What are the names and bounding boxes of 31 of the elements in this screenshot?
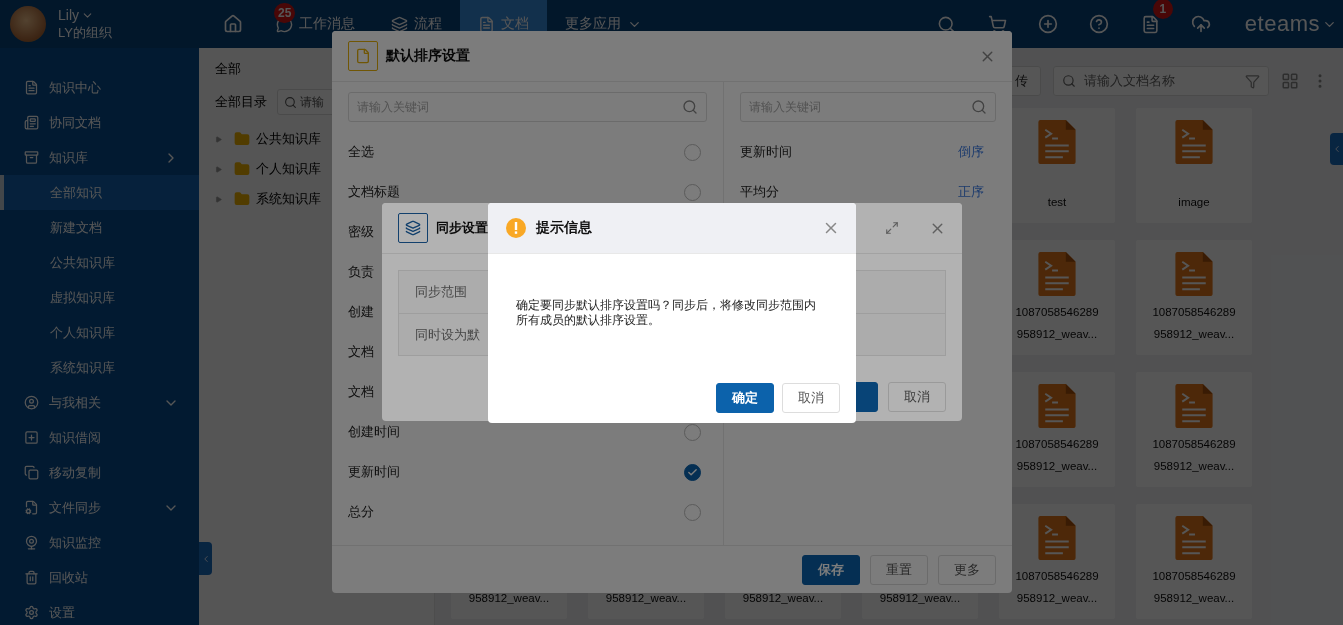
settings-label: 同时设为默 [415,325,480,344]
file-name: 1087058546289 [1152,569,1236,584]
settings-label: 同步范围 [415,283,467,301]
file-name: 1087058546289 [1015,437,1099,452]
dialog-title: 默认排序设置 [386,47,470,65]
sort-field: 平均分 [740,183,779,201]
count-badge: 1 [1152,0,1173,19]
file-name: test [1047,195,1067,210]
file-name: 1087058546289 [1015,569,1099,584]
file-name: 958912_weav... [1153,591,1235,606]
organization-name: LY的组织 [58,24,112,42]
file-name: 958912_weav... [1016,327,1098,342]
count-badge: 25 [274,3,296,23]
file-name: 958912_weav... [742,591,824,606]
panel-title: 全部 [215,60,242,78]
file-name: 958912_weav... [1153,459,1235,474]
file-name: 958912_weav... [468,591,550,606]
file-name: 1087058546289 [1152,305,1236,320]
file-name: 1087058546289 [1152,437,1236,452]
file-name: 958912_weav... [879,591,961,606]
file-name: 958912_weav... [605,591,687,606]
confirm-message: 确定要同步默认排序设置吗？同步后，将修改同步范围内所有成员的默认排序设置。 [516,298,817,328]
file-name: 958912_weav... [1016,459,1098,474]
file-name: 958912_weav... [1016,591,1098,606]
dialog-title: 提示信息 [536,219,592,237]
sort-field: 更新时间 [740,143,792,161]
dialog-title: 同步设置 [436,219,488,237]
file-name: image [1178,195,1210,210]
tree-label: 全部目录 [215,93,267,111]
file-name: 958912_weav... [1153,327,1235,342]
file-name: 1087058546289 [1015,305,1099,320]
